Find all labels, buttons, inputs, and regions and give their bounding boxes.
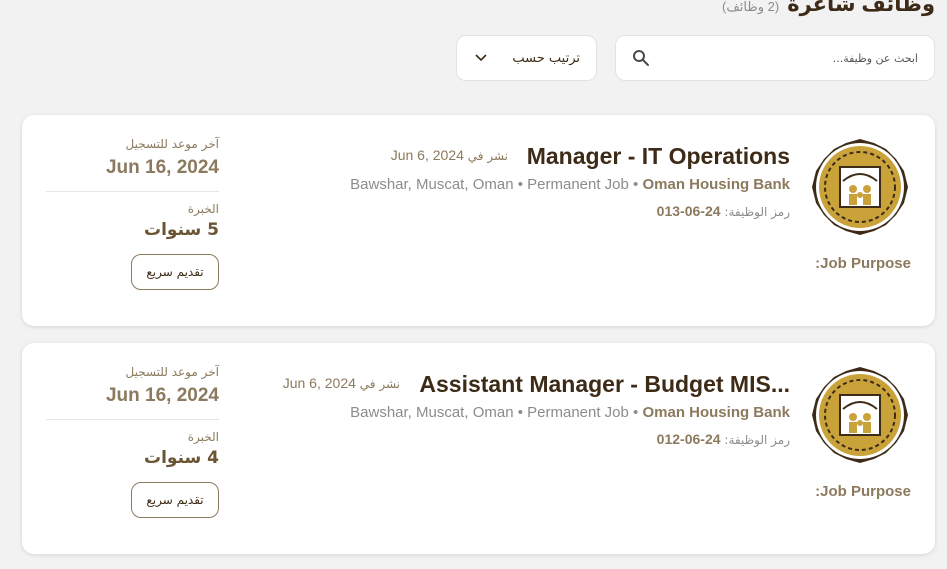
job-side-info: آخر موعد للتسجيل Jun 16, 2024 الخبرة 4 س… [46, 365, 219, 518]
divider [46, 419, 219, 420]
job-code-value: 24-06-013 [656, 203, 721, 219]
deadline-label: آخر موعد للتسجيل [125, 137, 220, 151]
job-meta: Bawshar, Muscat, Oman • Permanent Job • … [350, 404, 790, 421]
divider [46, 191, 219, 192]
job-code: رمز الوظيفة: 24-06-012 [657, 431, 790, 447]
posted-date-value: Jun 6, 2024 [390, 147, 464, 163]
sort-dropdown[interactable]: ترتيب حسب [456, 35, 597, 81]
page-title: وظائف شاغرة [787, 0, 935, 16]
company-name[interactable]: Oman Housing Bank [642, 404, 790, 421]
company-logo [810, 365, 910, 465]
job-code: رمز الوظيفة: 24-06-013 [657, 203, 790, 219]
job-code-value: 24-06-012 [656, 431, 721, 447]
job-card[interactable]: Assistant Manager - Budget MIS... نشر في… [22, 343, 935, 554]
experience-value: 4 سنوات [144, 448, 219, 468]
deadline-label: آخر موعد للتسجيل [125, 365, 220, 379]
job-title[interactable]: Manager - IT Operations [527, 143, 790, 170]
job-type: Permanent Job [527, 404, 629, 421]
chevron-down-icon [475, 54, 487, 62]
job-location: Bawshar, Muscat, Oman [350, 176, 514, 193]
sort-label: ترتيب حسب [512, 50, 580, 66]
search-icon[interactable] [632, 49, 650, 67]
job-location: Bawshar, Muscat, Oman [350, 404, 514, 421]
quick-apply-button[interactable]: تقديم سريع [131, 254, 219, 290]
quick-apply-button[interactable]: تقديم سريع [131, 482, 219, 518]
job-count: (2 وظائف) [722, 0, 780, 14]
posted-label: نشر في [359, 377, 400, 391]
posted-label: نشر في [467, 149, 508, 163]
job-card[interactable]: Manager - IT Operations نشر في Jun 6, 20… [22, 115, 935, 326]
posted-date-value: Jun 6, 2024 [282, 375, 356, 391]
job-type: Permanent Job [527, 176, 629, 193]
experience-label: الخبرة [187, 202, 219, 216]
deadline-value: Jun 16, 2024 [105, 385, 219, 406]
search-input[interactable] [658, 51, 918, 65]
page-header: وظائف شاغرة (2 وظائف) [722, 0, 935, 17]
job-code-label: رمز الوظيفة: [724, 205, 790, 219]
company-name[interactable]: Oman Housing Bank [642, 176, 790, 193]
job-title[interactable]: Assistant Manager - Budget MIS... [419, 371, 790, 398]
posted-date: نشر في Jun 6, 2024 [391, 147, 508, 163]
deadline-value: Jun 16, 2024 [105, 157, 219, 178]
job-purpose: :Job Purpose [815, 483, 911, 500]
search-box[interactable] [615, 35, 935, 81]
experience-value: 5 سنوات [144, 220, 219, 240]
job-code-label: رمز الوظيفة: [724, 433, 790, 447]
company-logo [810, 137, 910, 237]
posted-date: نشر في Jun 6, 2024 [283, 375, 400, 391]
job-purpose: :Job Purpose [815, 255, 911, 272]
job-meta: Bawshar, Muscat, Oman • Permanent Job • … [350, 176, 790, 193]
job-side-info: آخر موعد للتسجيل Jun 16, 2024 الخبرة 5 س… [46, 137, 219, 290]
experience-label: الخبرة [187, 430, 219, 444]
